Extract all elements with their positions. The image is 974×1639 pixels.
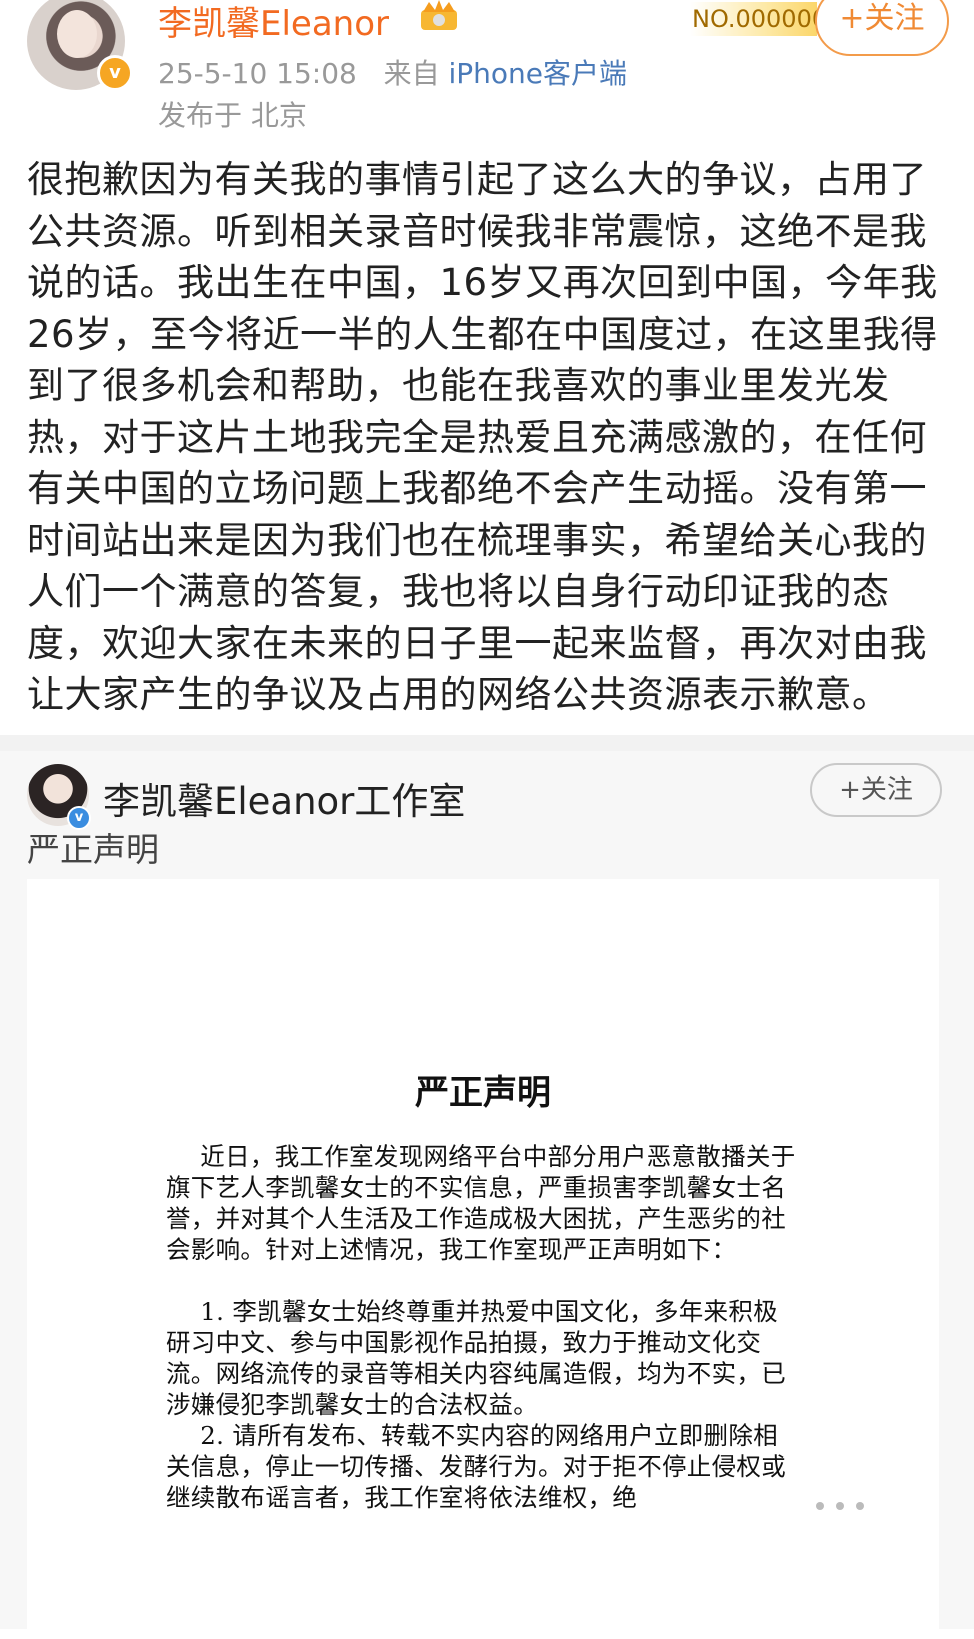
post-text: 很抱歉因为有关我的事情引起了这么大的争议，占用了公共资源。听到相关录音时候我非常…: [27, 158, 938, 716]
statement-image[interactable]: 严正声明 近日，我工作室发现网络平台中部分用户恶意散播关于旗下艺人李凯馨女士的不…: [27, 879, 939, 1639]
source-prefix: 来自: [383, 57, 440, 90]
statement-body: 近日，我工作室发现网络平台中部分用户恶意散播关于旗下艺人李凯馨女士的不实信息，严…: [166, 1141, 796, 1513]
timestamp: 25-5-10 15:08: [158, 57, 357, 90]
studio-name[interactable]: 李凯馨Eleanor工作室: [103, 771, 465, 825]
section-divider: [0, 735, 974, 751]
post-location: 发布于 北京: [158, 99, 307, 132]
statement-title: 严正声明: [415, 1073, 551, 1113]
statement-item-2: 2. 请所有发布、转载不实内容的网络用户立即删除相关信息，停止一切传播、发酵行为…: [166, 1421, 786, 1512]
statement-intro: 近日，我工作室发现网络平台中部分用户恶意散播关于旗下艺人李凯馨女士的不实信息，严…: [166, 1142, 796, 1264]
more-images-icon: [816, 1502, 864, 1510]
avatar-face: [57, 10, 97, 58]
author-name[interactable]: 李凯馨Eleanor: [158, 0, 389, 45]
rank-tag: NO.000000: [690, 2, 827, 36]
verified-gold-icon: v: [97, 55, 133, 91]
client-link[interactable]: iPhone客户端: [449, 57, 628, 90]
follow-button-2[interactable]: +关注: [810, 763, 942, 817]
post-card-1: v 李凯馨Eleanor NO.000000 +关注 25-5-10 15:08…: [0, 0, 974, 735]
follow-button[interactable]: +关注: [815, 0, 949, 56]
crown-badge-icon: [421, 0, 457, 30]
post-caption: 严正声明: [27, 830, 159, 869]
post-meta: 25-5-10 15:08 来自 iPhone客户端: [158, 52, 627, 92]
statement-item-1: 1. 李凯馨女士始终尊重并热爱中国文化，多年来积极研习中文、参与中国影视作品拍摄…: [166, 1297, 786, 1419]
